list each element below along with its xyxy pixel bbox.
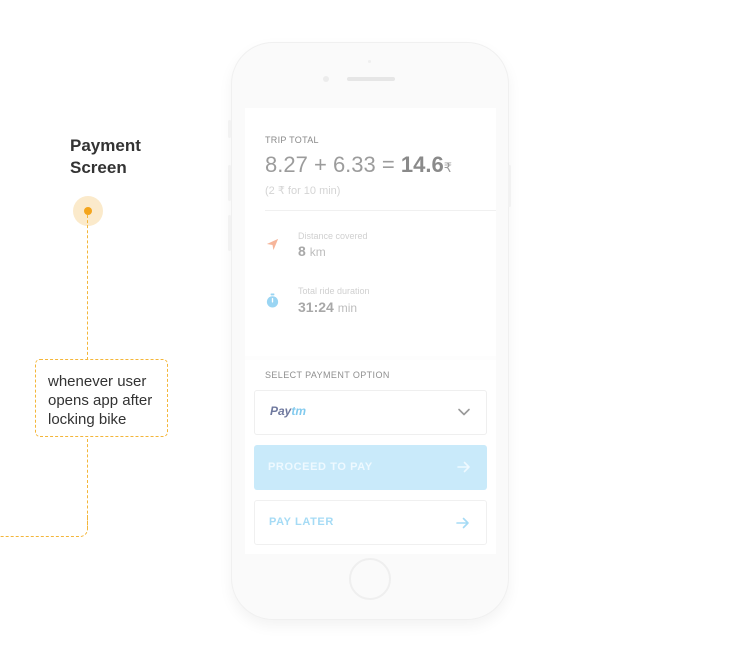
proceed-to-pay-label: PROCEED TO PAY [268, 461, 373, 473]
duration-number: 31:24 [298, 299, 334, 315]
navigation-arrow-icon [266, 238, 279, 251]
phone-mute-switch [228, 120, 231, 138]
arrow-right-icon [456, 517, 469, 529]
phone-speaker [347, 77, 395, 81]
connector-line [87, 215, 88, 360]
fare-part-1: 8.27 [265, 152, 308, 177]
arrow-right-icon [457, 461, 470, 473]
phone-sensor [368, 60, 371, 63]
phone-volume-down [228, 215, 231, 251]
trip-total-label: TRIP TOTAL [265, 135, 319, 145]
fare-part-2: 6.33 [332, 152, 376, 177]
paytm-logo-tm: tm [291, 404, 307, 418]
select-payment-label: SELECT PAYMENT OPTION [265, 370, 390, 380]
pay-later-button[interactable]: PAY LATER [254, 500, 487, 545]
fare-total: 14.6 [400, 152, 444, 177]
trip-summary-card: TRIP TOTAL 8.27 + 6.33 = 14.6₹ (2 ₹ for … [245, 108, 496, 356]
annotation-title-line1: Payment [70, 136, 141, 155]
annotation-note-line1: whenever user [48, 373, 147, 390]
duration-label: Total ride duration [298, 286, 370, 296]
phone-volume-up [228, 165, 231, 201]
plus-sign: + [313, 152, 327, 177]
chevron-down-icon [458, 408, 470, 416]
phone-power-button [508, 165, 511, 207]
stopwatch-icon [266, 293, 279, 308]
distance-number: 8 [298, 243, 306, 259]
annotation-title-line2: Screen [70, 158, 127, 177]
annotation-marker-dot [84, 207, 92, 215]
annotation-note-line3: locking bike [48, 411, 127, 428]
trip-total-equation: 8.27 + 6.33 = 14.6₹ [265, 152, 452, 178]
distance-label: Distance covered [298, 231, 368, 241]
phone-home-button [349, 558, 391, 600]
paytm-logo: Paytm [270, 404, 306, 418]
connector-line-corner [0, 515, 88, 537]
annotation-note-line2: opens app after [48, 392, 153, 409]
duration-value: 31:24 min [298, 299, 357, 315]
pay-later-label: PAY LATER [269, 516, 334, 528]
phone-camera [323, 76, 329, 82]
annotation-note: whenever user opens app after locking bi… [35, 359, 168, 437]
distance-value: 8 km [298, 243, 326, 259]
rate-info: (2 ₹ for 10 min) [265, 185, 341, 197]
paytm-logo-pay: Pay [270, 404, 292, 418]
payment-method-select[interactable]: Paytm [254, 390, 487, 435]
divider [265, 210, 496, 211]
payment-screen: TRIP TOTAL 8.27 + 6.33 = 14.6₹ (2 ₹ for … [245, 108, 496, 554]
distance-unit: km [309, 245, 326, 259]
currency-symbol: ₹ [443, 160, 452, 175]
equals-sign: = [381, 152, 395, 177]
proceed-to-pay-button[interactable]: PROCEED TO PAY [254, 445, 487, 490]
duration-unit: min [337, 301, 358, 315]
annotation-title: Payment Screen [70, 135, 190, 179]
